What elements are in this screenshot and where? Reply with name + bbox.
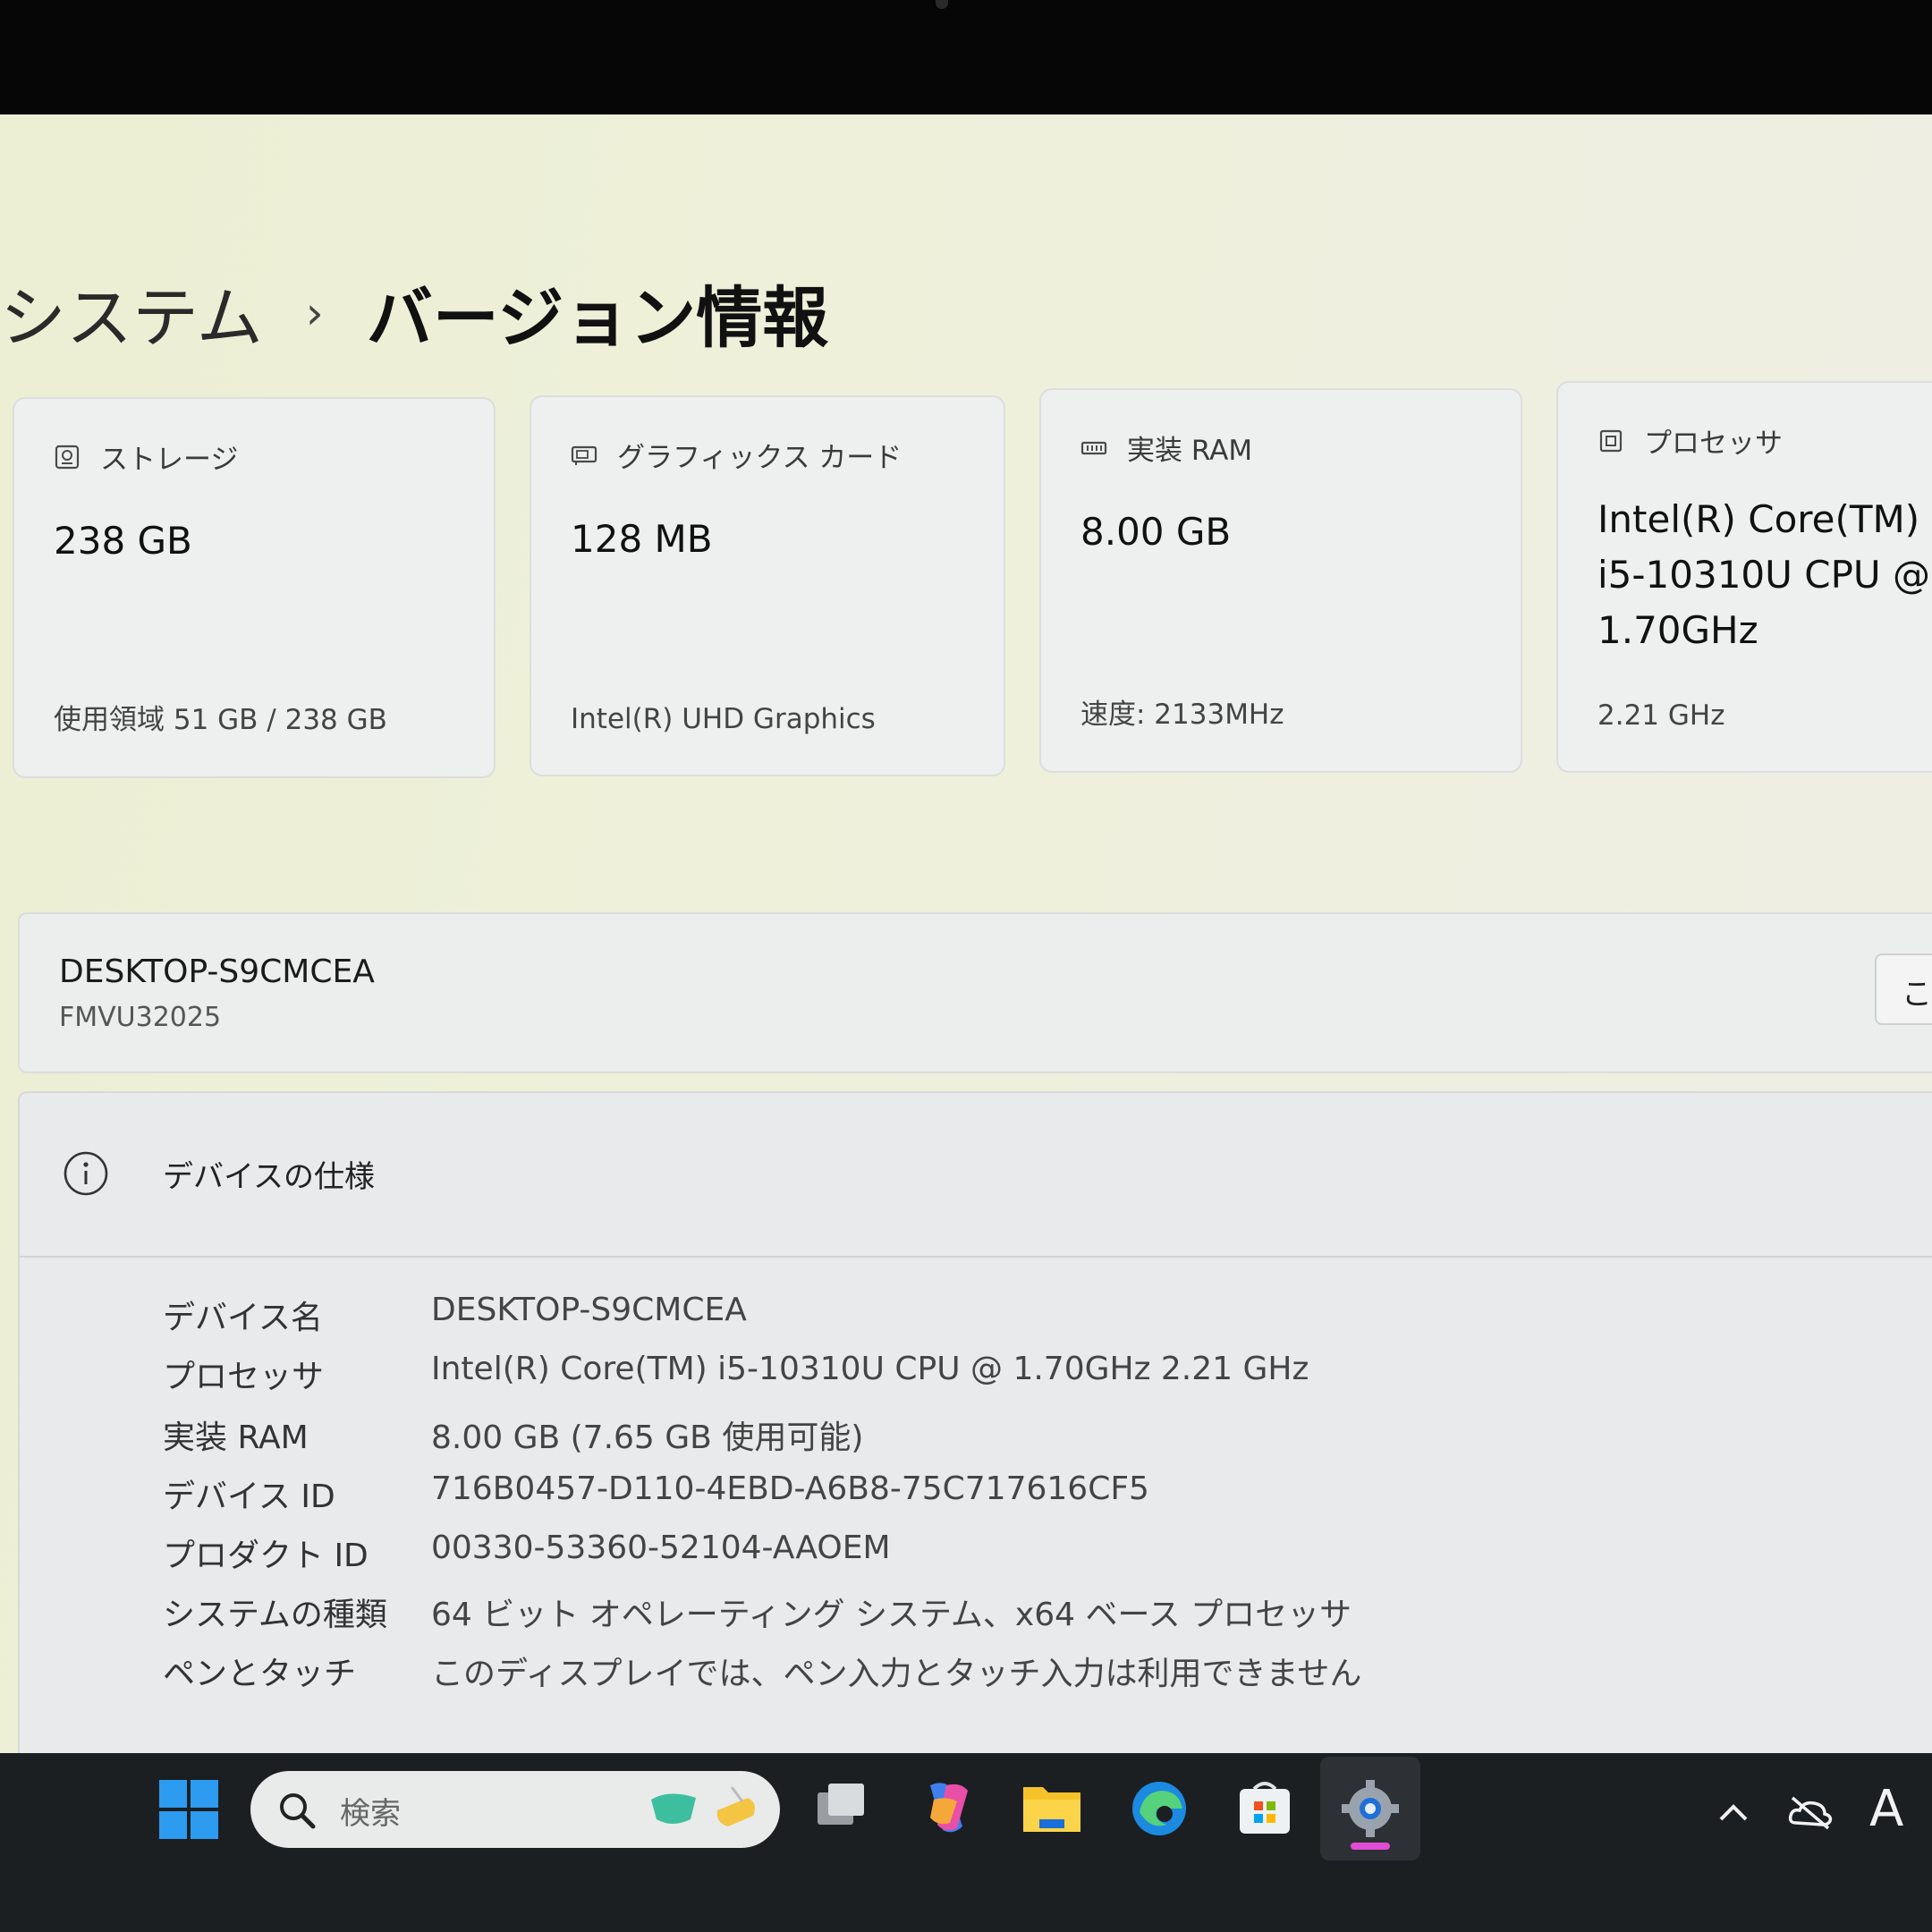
card-ram: 実装 RAM 8.00 GB 速度: 2133MHz	[1039, 388, 1522, 773]
device-specifications-panel: デバイスの仕様 デバイス名 DESKTOP-S9CMCEA プロセッサ Inte…	[18, 1091, 1932, 1753]
edge-icon[interactable]	[1123, 1773, 1195, 1844]
settings-active-indicator	[1351, 1843, 1390, 1850]
card-graphics-model: Intel(R) UHD Graphics	[571, 703, 876, 735]
spec-value: DESKTOP-S9CMCEA	[431, 1292, 747, 1328]
device-specifications-header[interactable]: デバイスの仕様	[20, 1093, 1932, 1258]
card-graphics-header: グラフィックス カード	[571, 435, 902, 475]
card-ram-speed: 速度: 2133MHz	[1080, 699, 1284, 731]
breadcrumb-parent-system[interactable]: システム	[0, 265, 263, 360]
store-icon[interactable]	[1229, 1773, 1301, 1844]
card-ram-header: 実装 RAM	[1080, 428, 1252, 468]
graphics-card-icon	[571, 445, 597, 465]
card-graphics-value: 128 MB	[571, 517, 713, 561]
spec-label: デバイス ID	[163, 1479, 335, 1515]
card-graphics: グラフィックス カード 128 MB Intel(R) UHD Graphics	[530, 395, 1005, 776]
ram-icon	[1080, 441, 1107, 454]
card-storage: ストレージ 238 GB 使用領域 51 GB / 238 GB	[13, 397, 496, 778]
info-icon	[64, 1151, 108, 1196]
screen-bezel	[0, 0, 1932, 114]
breadcrumb-separator: ›	[305, 286, 324, 339]
spec-value: 716B0457-D110-4EBD-A6B8-75C717616CF5	[431, 1470, 1149, 1507]
card-processor-label: プロセッサ	[1644, 428, 1783, 460]
storage-icon	[55, 445, 80, 469]
processor-line-1: Intel(R) Core(TM)	[1597, 497, 1920, 541]
processor-line-3: 1.70GHz	[1597, 608, 1758, 652]
card-graphics-label: グラフィックス カード	[617, 442, 902, 474]
spec-value: 64 ビット オペレーティング システム、x64 ベース プロセッサ	[431, 1597, 1352, 1633]
card-processor-clock: 2.21 GHz	[1597, 699, 1725, 732]
search-highlight-icon	[651, 1786, 755, 1826]
file-explorer-icon[interactable]	[1016, 1773, 1088, 1844]
breadcrumb: システム › バージョン情報	[0, 265, 828, 360]
spec-value: Intel(R) Core(TM) i5-10310U CPU @ 1.70GH…	[431, 1351, 1309, 1387]
spec-label: 実装 RAM	[163, 1419, 309, 1456]
processor-line-2: i5-10310U CPU @	[1597, 553, 1930, 597]
processor-icon	[1599, 429, 1623, 452]
taskbar-search-box[interactable]: 検索	[250, 1771, 780, 1848]
ime-indicator[interactable]: A	[1869, 1780, 1903, 1838]
task-view-icon[interactable]	[805, 1773, 877, 1844]
search-placeholder: 検索	[340, 1796, 401, 1832]
card-ram-label: 実装 RAM	[1127, 435, 1253, 467]
card-storage-header: ストレージ	[54, 436, 238, 477]
spec-value: 00330-53360-52104-AAOEM	[431, 1530, 891, 1566]
spec-value: 8.00 GB (7.65 GB 使用可能)	[431, 1419, 864, 1456]
spec-label: ペンとタッチ	[163, 1656, 357, 1692]
card-processor-value: Intel(R) Core(TM) i5-10310U CPU @ 1.70GH…	[1597, 492, 1930, 658]
copilot-icon[interactable]	[911, 1773, 982, 1844]
spec-value: このディスプレイでは、ペン入力とタッチ入力は利用できません	[431, 1656, 1362, 1692]
settings-window: システム › バージョン情報 ストレージ 238 GB 使用領域 51 GB /…	[0, 114, 1932, 1753]
chevron-up-icon[interactable]	[1714, 1792, 1753, 1832]
settings-icon[interactable]	[1335, 1773, 1406, 1844]
card-processor-header: プロセッサ	[1597, 420, 1783, 461]
device-name: DESKTOP-S9CMCEA	[59, 953, 375, 990]
page-title: バージョン情報	[366, 280, 829, 357]
start-icon[interactable]	[157, 1778, 220, 1841]
spec-label: デバイス名	[163, 1300, 323, 1336]
spec-label: プロセッサ	[163, 1359, 325, 1395]
card-ram-value: 8.00 GB	[1080, 510, 1232, 554]
device-model: FMVU32025	[59, 1002, 222, 1033]
taskbar: 検索 A	[0, 1753, 1932, 1932]
rename-pc-button[interactable]: こ(	[1875, 953, 1932, 1025]
cloud-offline-icon[interactable]	[1787, 1792, 1834, 1832]
spec-label: システムの種類	[163, 1597, 387, 1633]
device-specifications-title: デバイスの仕様	[163, 1159, 375, 1195]
spec-label: プロダクト ID	[163, 1538, 369, 1574]
card-storage-usage: 使用領域 51 GB / 238 GB	[54, 704, 387, 736]
card-processor: プロセッサ Intel(R) Core(TM) i5-10310U CPU @ …	[1556, 381, 1932, 773]
card-storage-label: ストレージ	[100, 444, 239, 476]
search-icon	[280, 1793, 316, 1829]
device-name-bar: DESKTOP-S9CMCEA FMVU32025 こ(	[18, 912, 1932, 1073]
camera-notch	[936, 0, 948, 9]
card-storage-value: 238 GB	[54, 519, 192, 563]
